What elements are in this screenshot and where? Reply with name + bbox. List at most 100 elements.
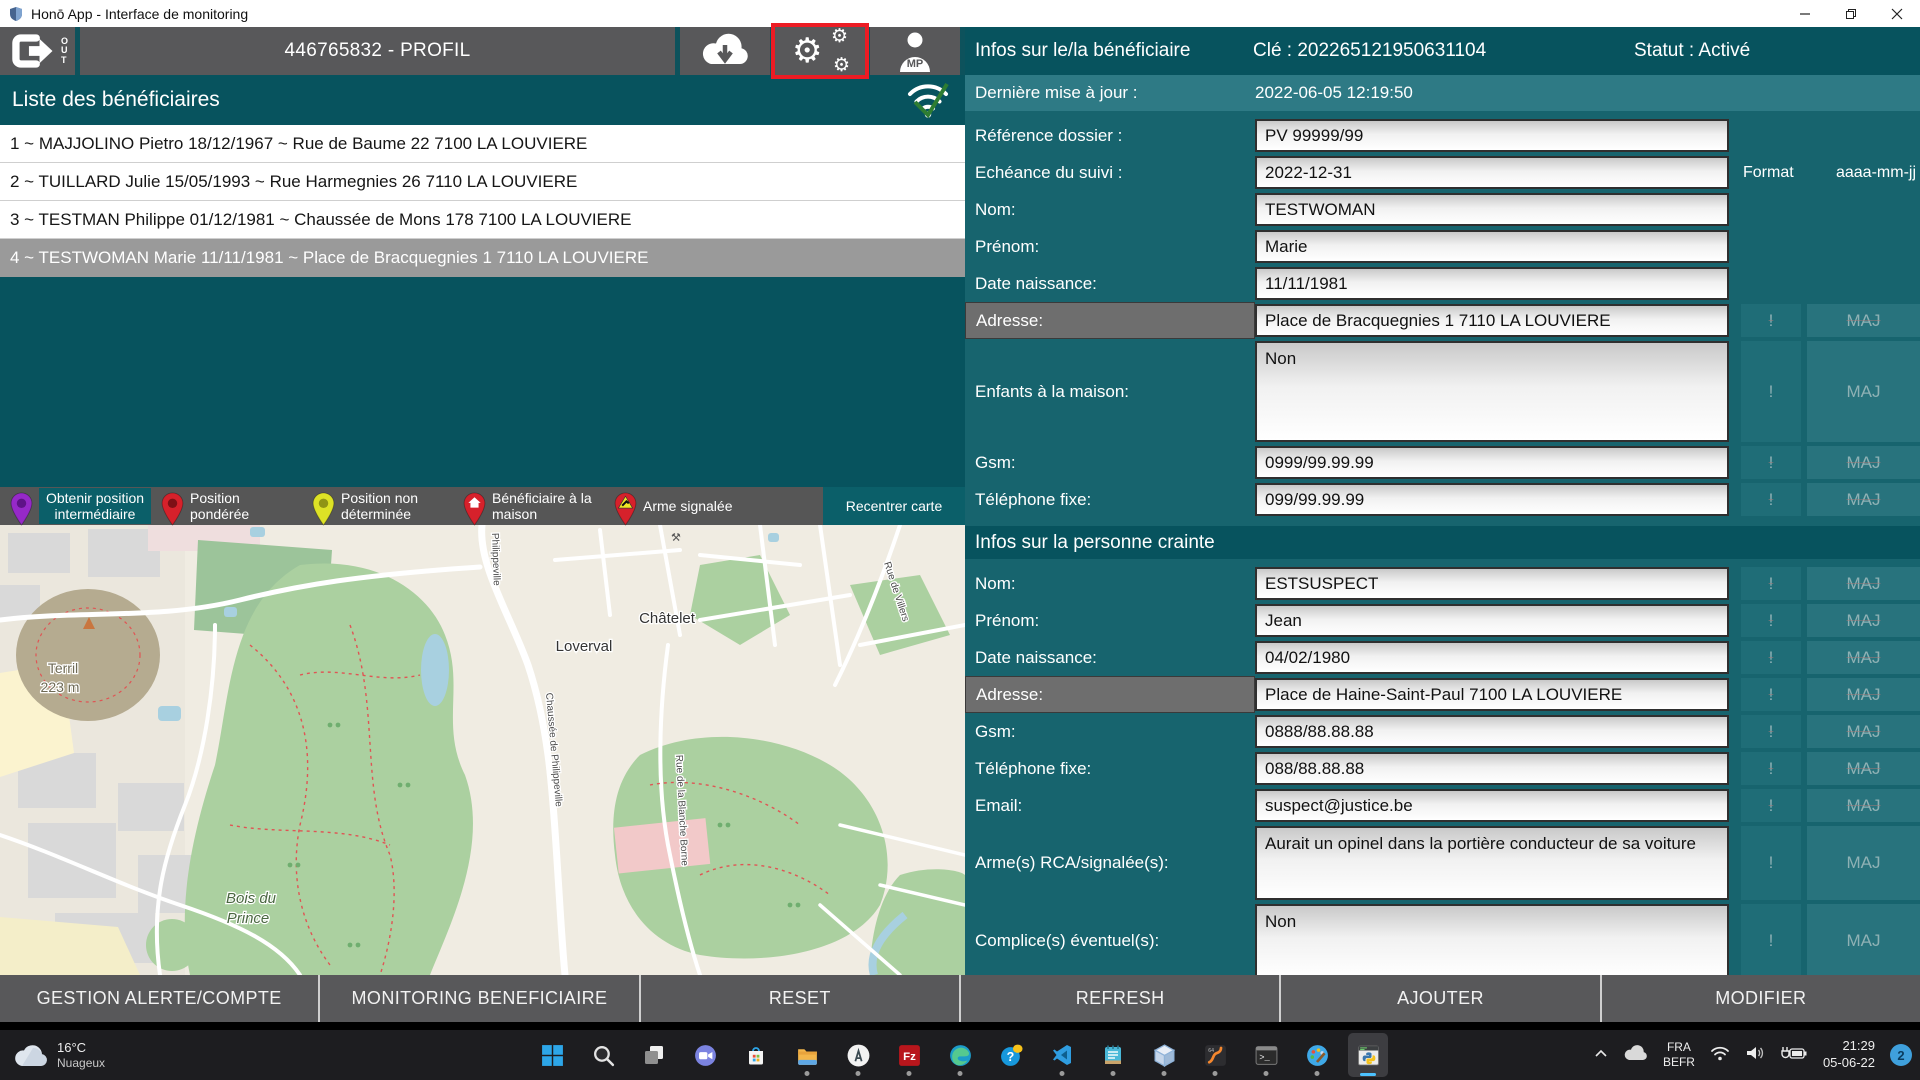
vbox-taskbar-icon[interactable] (1144, 1033, 1184, 1077)
date-format-hint: Format aaaa-mm-jj (1729, 154, 1920, 191)
alert-button[interactable]: ! (1741, 678, 1801, 711)
alert-button[interactable]: ! (1741, 826, 1801, 900)
map-label-road-top: Philippeville (489, 533, 502, 587)
settings-button[interactable]: ⚙ ⚙ ⚙ (771, 23, 869, 79)
notification-badge[interactable]: 2 (1890, 1044, 1912, 1066)
terminal-taskbar-icon[interactable]: >_ (1246, 1033, 1286, 1077)
alert-button[interactable]: ! (1741, 752, 1801, 785)
field-input[interactable] (1255, 267, 1729, 300)
alert-button[interactable]: ! (1741, 567, 1801, 600)
field-input[interactable] (1255, 483, 1729, 516)
list-item[interactable]: 2 ~ TUILLARD Julie 15/05/1993 ~ Rue Harm… (0, 163, 965, 201)
list-item[interactable]: 3 ~ TESTMAN Philippe 01/12/1981 ~ Chauss… (0, 201, 965, 239)
maj-button[interactable]: MAJ (1807, 446, 1920, 479)
legend-label[interactable]: Obtenir position intermédiaire (39, 487, 151, 525)
minimize-button[interactable] (1782, 0, 1828, 27)
explorer-taskbar-icon[interactable] (787, 1033, 827, 1077)
search-taskbar-icon[interactable] (583, 1033, 623, 1077)
hg64-taskbar-icon[interactable]: 64 (1195, 1033, 1235, 1077)
maj-button[interactable]: MAJ (1807, 789, 1920, 822)
field-input[interactable] (1255, 604, 1729, 637)
field-input[interactable] (1255, 230, 1729, 263)
list-empty-area (0, 277, 965, 487)
format-value: aaaa-mm-jj (1835, 163, 1916, 181)
maj-button[interactable]: MAJ (1807, 567, 1920, 600)
legend-item-purple[interactable]: Obtenir position intermédiaire (10, 482, 151, 531)
maj-button[interactable]: MAJ (1807, 826, 1920, 900)
field-input[interactable] (1255, 752, 1729, 785)
recenter-map-button[interactable]: Recentrer carte (823, 487, 965, 525)
chat-taskbar-icon[interactable] (685, 1033, 725, 1077)
field-input[interactable] (1255, 789, 1729, 822)
restore-button[interactable] (1828, 0, 1874, 27)
field-input[interactable] (1255, 641, 1729, 674)
feared-row-3: Adresse:!MAJ (965, 676, 1920, 713)
maj-button[interactable]: MAJ (1807, 483, 1920, 516)
vscode-taskbar-icon[interactable] (1042, 1033, 1082, 1077)
maj-button[interactable]: MAJ (1807, 304, 1920, 337)
alert-button[interactable]: ! (1741, 715, 1801, 748)
notepad-taskbar-icon[interactable] (1093, 1033, 1133, 1077)
maj-button[interactable]: MAJ (1807, 341, 1920, 442)
field-input[interactable] (1255, 119, 1729, 152)
python-taskbar-icon[interactable] (1348, 1033, 1388, 1077)
map[interactable]: ⚒ Châtelet Loverval Terril 223 m Bois du… (0, 525, 965, 975)
field-input[interactable] (1255, 304, 1729, 337)
store-taskbar-icon[interactable] (736, 1033, 776, 1077)
taskview-taskbar-icon[interactable] (634, 1033, 674, 1077)
close-button[interactable] (1874, 0, 1920, 27)
weather-condition: Nuageux (57, 1055, 106, 1070)
maj-button[interactable]: MAJ (1807, 641, 1920, 674)
edge-taskbar-icon[interactable] (940, 1033, 980, 1077)
logout-button[interactable]: OUT (0, 27, 75, 75)
alert-button[interactable]: ! (1741, 304, 1801, 337)
ajouter-button[interactable]: AJOUTER (1281, 975, 1602, 1022)
reset-button[interactable]: RESET (640, 975, 961, 1022)
maj-button[interactable]: MAJ (1807, 678, 1920, 711)
alert-button[interactable]: ! (1741, 641, 1801, 674)
field-input[interactable] (1255, 341, 1729, 442)
paint-taskbar-icon[interactable] (1297, 1033, 1337, 1077)
maj-button[interactable]: MAJ (1807, 604, 1920, 637)
alert-button[interactable]: ! (1741, 789, 1801, 822)
start-taskbar-icon[interactable] (532, 1033, 572, 1077)
alert-button[interactable]: ! (1741, 604, 1801, 637)
field-value-cell (1255, 302, 1729, 339)
tray-volume-icon[interactable] (1745, 1045, 1765, 1066)
list-item[interactable]: 1 ~ MAJJOLINO Pietro 18/12/1967 ~ Rue de… (0, 125, 965, 163)
weather-widget[interactable]: 16°C Nuageux (14, 1030, 105, 1080)
monitoring-beneficiaire-button[interactable]: MONITORING BENEFICIAIRE (320, 975, 641, 1022)
map-label-loverval: Loverval (556, 638, 613, 655)
maj-button[interactable]: MAJ (1807, 715, 1920, 748)
language-indicator[interactable]: FRA BEFR (1663, 1040, 1695, 1070)
alert-button[interactable]: ! (1741, 483, 1801, 516)
appcircle-taskbar-icon[interactable] (838, 1033, 878, 1077)
modifier-button[interactable]: MODIFIER (1601, 975, 1920, 1022)
refresh-button[interactable]: REFRESH (960, 975, 1282, 1022)
maj-button[interactable]: MAJ (1807, 752, 1920, 785)
list-item[interactable]: 4 ~ TESTWOMAN Marie 11/11/1981 ~ Place d… (0, 239, 965, 277)
filezilla-taskbar-icon[interactable]: Fz (889, 1033, 929, 1077)
field-input[interactable] (1255, 567, 1729, 600)
field-input[interactable] (1255, 156, 1729, 189)
field-input[interactable] (1255, 678, 1729, 711)
mp-profile-button[interactable]: MP (870, 27, 960, 75)
field-input[interactable] (1255, 446, 1729, 479)
field-input[interactable] (1255, 904, 1729, 975)
clock[interactable]: 21:29 05-06-22 (1823, 1038, 1875, 1072)
tray-battery-icon[interactable] (1780, 1045, 1808, 1066)
alert-button[interactable]: ! (1741, 904, 1801, 975)
download-button[interactable] (680, 27, 770, 75)
field-label: Adresse: (965, 676, 1255, 713)
tray-chevron-icon[interactable] (1593, 1045, 1609, 1066)
maj-button[interactable]: MAJ (1807, 904, 1920, 975)
alert-button[interactable]: ! (1741, 446, 1801, 479)
tray-wifi-icon[interactable] (1710, 1045, 1730, 1066)
field-input[interactable] (1255, 193, 1729, 226)
field-input[interactable] (1255, 715, 1729, 748)
alert-button[interactable]: ! (1741, 341, 1801, 442)
onedrive-icon[interactable] (1624, 1044, 1648, 1066)
gestion-alerte-compte-button[interactable]: GESTION ALERTE/COMPTE (0, 975, 321, 1022)
field-input[interactable] (1255, 826, 1729, 900)
help-taskbar-icon[interactable]: ? (991, 1033, 1031, 1077)
